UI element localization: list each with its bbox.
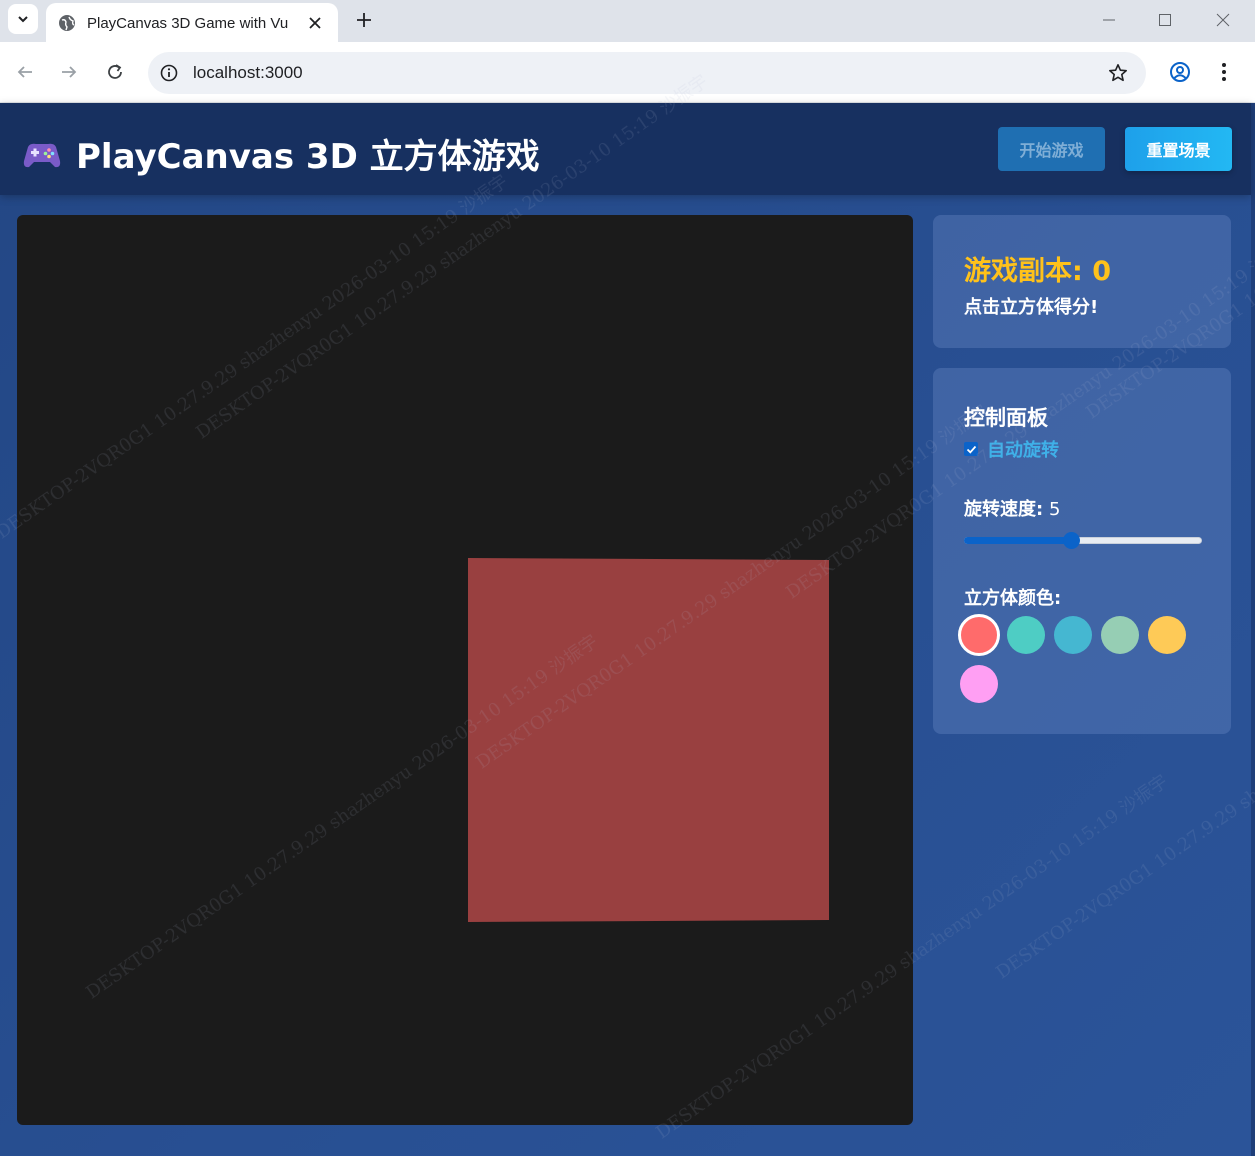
tab-title: PlayCanvas 3D Game with Vu: [87, 14, 289, 32]
back-button[interactable]: [10, 57, 40, 87]
gamepad-icon: [23, 143, 61, 168]
app-root: PlayCanvas 3D 立方体游戏 开始游戏 重置场景 游戏副本: 0 点击…: [0, 51, 1255, 1156]
maximize-icon: [1159, 14, 1171, 26]
browser-tab-bar: PlayCanvas 3D Game with Vu: [0, 0, 1255, 43]
color-swatch[interactable]: [1148, 616, 1186, 654]
cube[interactable]: [17, 215, 913, 1125]
score-label: 游戏副本: 0: [964, 256, 1111, 287]
maximize-button[interactable]: [1151, 6, 1179, 34]
checkmark-icon: [966, 445, 976, 454]
rotation-speed-row: 旋转速度: 5: [964, 495, 1060, 521]
arrow-left-icon: [17, 66, 32, 78]
auto-rotate-label[interactable]: 自动旋转: [987, 436, 1059, 462]
rotation-speed-slider[interactable]: [964, 532, 1202, 549]
score-panel: 游戏副本: 0 点击立方体得分!: [933, 215, 1231, 348]
auto-rotate-checkbox[interactable]: [964, 442, 978, 456]
browser-tab[interactable]: PlayCanvas 3D Game with Vu: [46, 3, 338, 43]
game-canvas[interactable]: [17, 215, 913, 1125]
start-game-button[interactable]: 开始游戏: [998, 127, 1105, 171]
browser-menu-button[interactable]: [1209, 57, 1239, 87]
tab-search-button[interactable]: [8, 4, 38, 34]
color-swatch[interactable]: [1007, 616, 1045, 654]
address-bar[interactable]: localhost:3000: [148, 52, 1146, 94]
auto-rotate-toggle[interactable]: 自动旋转: [964, 436, 1059, 462]
slider-thumb[interactable]: [1063, 532, 1081, 549]
close-icon: [1216, 13, 1230, 27]
profile-button[interactable]: [1165, 57, 1195, 87]
more-vertical-icon: [1222, 63, 1226, 81]
slider-fill: [964, 537, 1072, 544]
browser-toolbar: localhost:3000: [0, 42, 1255, 103]
profile-icon: [1170, 62, 1190, 82]
control-panel-title: 控制面板: [964, 406, 1048, 430]
reload-icon: [108, 64, 122, 79]
app-header: PlayCanvas 3D 立方体游戏 开始游戏 重置场景: [0, 103, 1251, 195]
globe-icon: [58, 14, 76, 32]
cube-color-label: 立方体颜色:: [964, 588, 1062, 609]
rotation-speed-label: 旋转速度:: [964, 499, 1044, 520]
arrow-right-icon: [62, 66, 77, 78]
bookmark-star-icon[interactable]: [1106, 61, 1130, 85]
color-swatch[interactable]: [1101, 616, 1139, 654]
minimize-icon: [1103, 19, 1115, 21]
url-text[interactable]: localhost:3000: [193, 63, 303, 83]
plus-icon: [357, 13, 371, 27]
rotation-speed-value: 5: [1048, 499, 1061, 520]
reset-scene-button[interactable]: 重置场景: [1125, 127, 1232, 171]
color-swatch[interactable]: [958, 614, 1000, 656]
app-title: PlayCanvas 3D 立方体游戏: [76, 137, 540, 177]
chevron-down-icon: [18, 16, 28, 23]
color-swatch-list: [958, 614, 1210, 703]
control-panel: 控制面板 自动旋转 旋转速度: 5 立方体颜色:: [933, 368, 1231, 734]
forward-button[interactable]: [54, 57, 84, 87]
new-tab-button[interactable]: [350, 6, 378, 34]
minimize-button[interactable]: [1095, 6, 1123, 34]
close-window-button[interactable]: [1209, 6, 1237, 34]
score-hint: 点击立方体得分!: [964, 297, 1099, 318]
reload-button[interactable]: [100, 57, 130, 87]
tab-close-icon[interactable]: [305, 13, 325, 33]
color-swatch[interactable]: [1054, 616, 1092, 654]
color-swatch[interactable]: [960, 665, 998, 703]
info-icon[interactable]: [158, 62, 180, 84]
